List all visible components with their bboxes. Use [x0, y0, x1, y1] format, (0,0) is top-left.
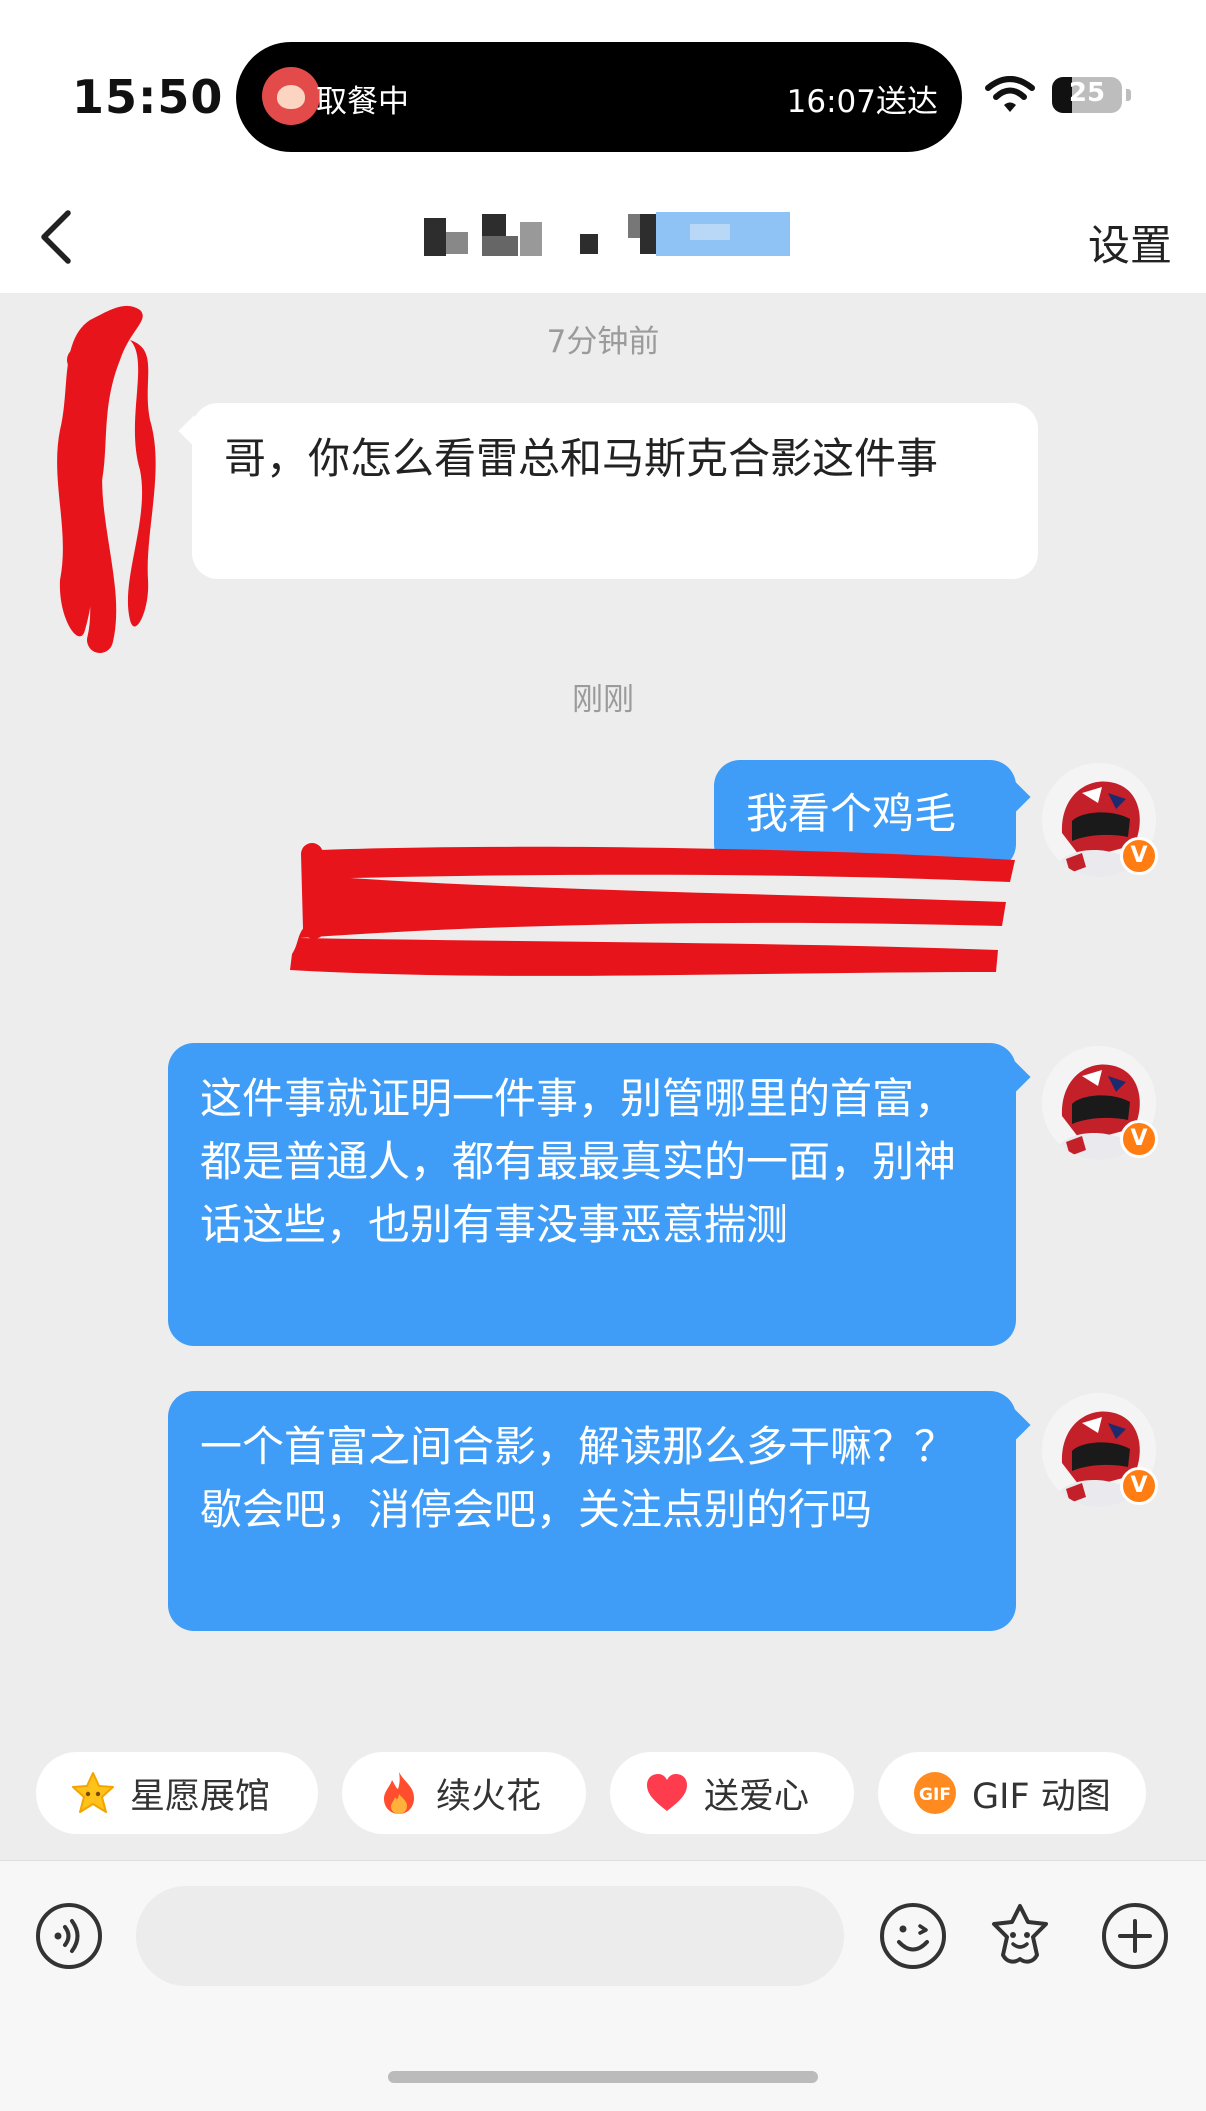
redaction-scribble	[290, 843, 1015, 976]
voice-icon[interactable]	[34, 1901, 104, 1971]
battery-icon: 25	[1052, 77, 1122, 113]
chip-label: 续火花	[436, 1776, 542, 1817]
chip-star-exhibition[interactable]: 星愿展馆	[36, 1752, 318, 1834]
star-face-icon	[70, 1770, 116, 1816]
outgoing-message[interactable]: 这件事就证明一件事，别管哪里的首富，都是普通人，都有最最真实的一面，别神话这些，…	[168, 1043, 1016, 1346]
settings-button[interactable]: 设置	[1088, 212, 1172, 273]
chip-label: 送爱心	[704, 1776, 810, 1817]
chat-header: 设置	[0, 175, 1206, 293]
emoji-icon[interactable]	[878, 1901, 948, 1971]
svg-text:GIF: GIF	[919, 1785, 951, 1805]
contact-name-redacted	[420, 210, 792, 260]
input-bar	[0, 1860, 1206, 2111]
plus-icon[interactable]	[1100, 1901, 1170, 1971]
chip-send-heart[interactable]: 送爱心	[610, 1752, 854, 1834]
chip-label: GIF 动图	[972, 1776, 1111, 1817]
battery-level: 25	[1068, 78, 1106, 108]
chip-label: 星愿展馆	[130, 1776, 271, 1817]
avatar-redacted	[57, 305, 156, 653]
incoming-message[interactable]: 哥，你怎么看雷总和马斯克合影这件事	[192, 403, 1038, 579]
delivery-rider-icon	[262, 67, 320, 125]
status-time: 15:50	[72, 70, 224, 124]
verified-badge-icon: V	[1120, 837, 1158, 875]
status-bar: 15:50 取餐中 16:07送达 25	[0, 0, 1206, 175]
live-activity-eta: 16:07送达	[786, 84, 938, 120]
live-activity-island[interactable]: 取餐中 16:07送达	[236, 42, 962, 152]
message-input[interactable]	[136, 1886, 844, 1986]
wifi-icon	[985, 76, 1035, 112]
verified-badge-icon: V	[1120, 1467, 1158, 1505]
timestamp: 刚刚	[572, 682, 634, 718]
gif-icon: GIF	[912, 1770, 958, 1816]
heart-icon	[644, 1770, 690, 1816]
outgoing-message[interactable]: 一个首富之间合影，解读那么多干嘛？？歇会吧，消停会吧，关注点别的行吗	[168, 1391, 1016, 1631]
chip-gif[interactable]: GIF GIF 动图	[878, 1752, 1146, 1834]
avatar[interactable]: V	[1042, 763, 1158, 877]
fire-icon	[376, 1770, 422, 1816]
verified-badge-icon: V	[1120, 1120, 1158, 1158]
home-indicator	[388, 2071, 818, 2083]
chevron-left-icon[interactable]	[34, 207, 84, 267]
chip-continue-spark[interactable]: 续火花	[342, 1752, 586, 1834]
live-activity-status: 取餐中	[316, 84, 409, 120]
avatar[interactable]: V	[1042, 1393, 1158, 1507]
avatar[interactable]: V	[1042, 1046, 1158, 1160]
sticker-icon[interactable]	[985, 1901, 1055, 1971]
